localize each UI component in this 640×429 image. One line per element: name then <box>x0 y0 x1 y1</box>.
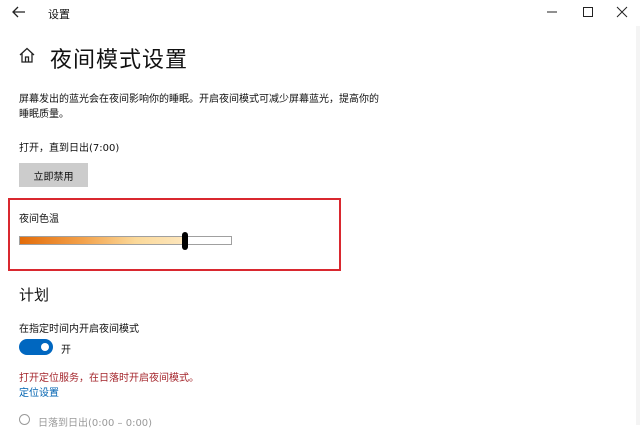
sunset-to-sunrise-label: 日落到日出(0:00 – 0:00) <box>38 418 153 429</box>
slider-thumb[interactable] <box>182 232 189 250</box>
color-temperature-slider[interactable] <box>19 236 232 245</box>
schedule-toggle[interactable] <box>19 339 53 355</box>
app-title: 设置 <box>48 8 70 21</box>
back-arrow-icon[interactable] <box>10 4 28 20</box>
status-text: 打开，直到日出(7:00) <box>19 143 120 154</box>
maximize-icon[interactable] <box>578 4 598 20</box>
schedule-heading: 计划 <box>19 286 50 304</box>
close-icon[interactable] <box>612 4 632 20</box>
scrollbar[interactable] <box>636 26 640 425</box>
location-warning-text: 打开定位服务，在日落时开启夜间模式。 <box>19 373 199 384</box>
description-text: 屏幕发出的蓝光会在夜间影响你的睡眠。开启夜间模式可减少屏幕蓝光，提高你的睡眠质量… <box>19 94 379 120</box>
sunset-to-sunrise-radio[interactable] <box>19 414 30 425</box>
highlight-frame <box>8 198 341 271</box>
disable-now-button[interactable]: 立即禁用 <box>19 163 88 187</box>
page-title: 夜间模式设置 <box>50 48 189 73</box>
location-settings-link[interactable]: 定位设置 <box>19 384 59 399</box>
title-bar: 设置 <box>0 0 640 26</box>
toggle-state-text: 开 <box>61 345 71 356</box>
home-icon[interactable] <box>17 45 37 65</box>
color-temperature-label: 夜间色温 <box>19 214 59 225</box>
slider-unfilled-portion <box>186 237 231 244</box>
minimize-icon[interactable] <box>542 4 562 20</box>
toggle-knob <box>41 343 49 351</box>
schedule-toggle-label: 在指定时间内开启夜间模式 <box>19 324 139 335</box>
